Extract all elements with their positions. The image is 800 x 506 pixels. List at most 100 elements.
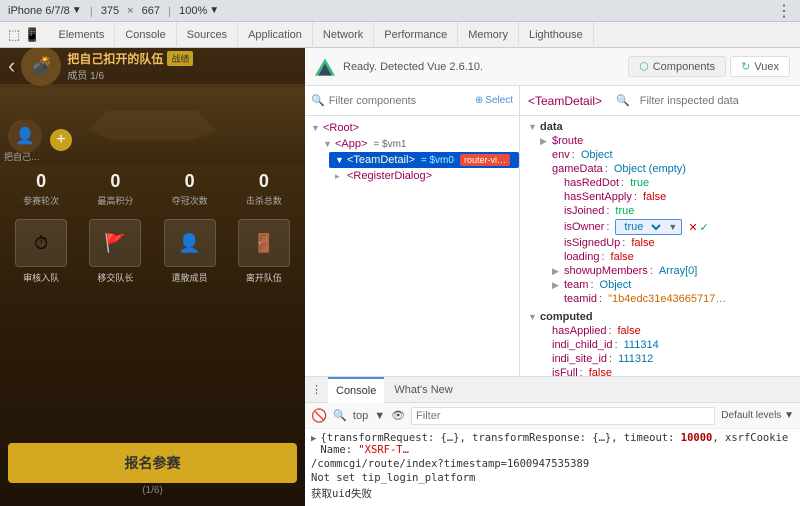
tree-item-registerdialog[interactable]: ▸ <RegisterDialog> (329, 168, 519, 184)
team-badge: 战绩 (167, 51, 193, 66)
vuex-tab-btn[interactable]: ↻ Vuex (730, 56, 790, 77)
team-info: 把自己扣开的队伍 战绩 成员 1/6 (67, 50, 297, 82)
tab-whats-new-btn[interactable]: What's New (386, 377, 460, 403)
tab-sources[interactable]: Sources (177, 22, 238, 48)
log-arrow-1: ▶ (311, 434, 316, 444)
inspector-title: <TeamDetail> (528, 94, 602, 108)
data-section: ▼ data ▶ $route env : O (528, 120, 792, 306)
magnify-icon: 🔍 (616, 94, 630, 107)
cancel-edit-icon[interactable]: ✕ (688, 221, 697, 234)
vue-status-text: Ready. Detected Vue 2.6.10. (343, 61, 620, 73)
filter-components-input[interactable] (329, 95, 471, 107)
stat-score: 0 最高积分 (78, 171, 152, 207)
console-filter-input[interactable] (411, 407, 715, 425)
register-button[interactable]: 报名参赛 (8, 443, 297, 483)
separator-1: | (90, 4, 93, 18)
team-name: 把自己扣开的队伍 (67, 50, 163, 67)
computed-isfull: isFull : false (528, 366, 792, 376)
data-isjoined: isJoined : true (528, 204, 792, 218)
width-input[interactable]: 375 (101, 5, 119, 17)
zoom-selector[interactable]: 100% ▼ (179, 5, 219, 17)
tab-memory[interactable]: Memory (458, 22, 519, 48)
action-review[interactable]: ⏱ 审核入队 (15, 219, 67, 284)
action-transfer[interactable]: 🚩 移交队长 (89, 219, 141, 284)
components-icon: ⬡ (639, 60, 649, 73)
vue-header: Ready. Detected Vue 2.6.10. ⬡ Components… (305, 48, 800, 86)
vue-nav-buttons: ⬡ Components ↻ Vuex (628, 56, 790, 77)
console-tab-icon: ⋮ (311, 383, 322, 396)
action-dismiss[interactable]: 👤 遣散成员 (164, 219, 216, 284)
confirm-edit-icon[interactable]: ✓ (700, 221, 709, 234)
cross-symbol: × (127, 5, 133, 17)
tab-console-btn[interactable]: Console (328, 377, 384, 403)
mobile-panel: ‹ 💣 把自己扣开的队伍 战绩 成员 1/6 👤 + 把自己 (0, 48, 305, 506)
tree-item-app[interactable]: ▼ <App> = $vm1 (317, 136, 519, 152)
vuex-icon: ↻ (741, 60, 750, 73)
components-tab-btn[interactable]: ⬡ Components (628, 56, 726, 77)
tab-console[interactable]: Console (115, 22, 176, 48)
tab-performance[interactable]: Performance (374, 22, 458, 48)
register-sub: (1/6) (8, 485, 297, 496)
add-member-button[interactable]: + (50, 129, 72, 151)
tree-item-teamdetail[interactable]: ▼ <TeamDetail> = $vm0 router-vi… (329, 152, 519, 168)
vue-devtools-panel: Ready. Detected Vue 2.6.10. ⬡ Components… (305, 48, 800, 506)
log-line-2: /commcgi/route/index?timestamp=160094753… (311, 457, 794, 471)
device-icon[interactable]: 📱 (24, 27, 40, 43)
action-leave[interactable]: 🚪 离开队伍 (238, 219, 290, 284)
filter-icon: 🔍 (333, 409, 347, 422)
top-context-label: top (353, 410, 368, 422)
data-section-header: ▼ data (528, 120, 792, 134)
height-input[interactable]: 667 (142, 5, 160, 17)
stat-wins: 0 夺冠次数 (153, 171, 227, 207)
data-showupmembers: ▶ showupMembers : Array[0] (528, 264, 792, 278)
data-gamedata: gameData : Object (empty) (528, 162, 792, 176)
inspector-content: ▼ data ▶ $route env : O (520, 116, 800, 376)
leave-icon: 🚪 (253, 233, 275, 254)
data-route: ▶ $route (528, 134, 792, 148)
clear-console-icon[interactable]: 🚫 (311, 408, 327, 424)
data-hasreddot: hasRedDot : true (528, 176, 792, 190)
mobile-topbar: ‹ 💣 把自己扣开的队伍 战绩 成员 1/6 (0, 48, 305, 84)
player-label: 把自己… (4, 150, 40, 163)
back-button[interactable]: ‹ (8, 53, 15, 79)
inspector-panel: <TeamDetail> 🔍 ▼ data ▶ $route (520, 86, 800, 376)
team-icon: 💣 (21, 48, 61, 86)
devtools-tabbar: ⬚ 📱 Elements Console Sources Application… (0, 22, 800, 48)
tree-item-root[interactable]: ▼ <Root> (305, 120, 519, 136)
eye-icon[interactable]: 👁 (391, 409, 405, 422)
isowner-select[interactable]: true false (620, 220, 664, 234)
select-button[interactable]: ⊕ Select (475, 95, 513, 106)
data-issignedup: isSignedUp : false (528, 236, 792, 250)
tab-elements[interactable]: Elements (48, 22, 115, 48)
player-avatar: 👤 (8, 119, 42, 153)
computed-hasapplied: hasApplied : false (528, 324, 792, 338)
tab-application[interactable]: Application (238, 22, 313, 48)
team-subtitle: 成员 1/6 (67, 67, 297, 82)
data-isowner: isOwner : true false ▼ ✕ (528, 218, 792, 236)
edit-icons: ✕ ✓ (688, 221, 708, 234)
context-dropdown-arrow[interactable]: ▼ (374, 410, 385, 422)
stats-row: 0 参赛轮次 0 最高积分 0 夺冠次数 0 击杀总数 (0, 163, 305, 211)
search-icon: 🔍 (311, 94, 325, 107)
more-options-btn[interactable]: ⋮ (776, 1, 792, 21)
tank-area: 👤 + 把自己… (0, 88, 305, 163)
console-toolbar: 🚫 🔍 top ▼ 👁 Default levels ▼ (305, 403, 800, 429)
main-area: ‹ 💣 把自己扣开的队伍 战绩 成员 1/6 👤 + 把自己 (0, 48, 800, 506)
filter-inspected-input[interactable] (640, 95, 792, 107)
devtools-icons: ⬚ 📱 (0, 27, 48, 43)
stat-rounds: 0 参赛轮次 (4, 171, 78, 207)
computed-indi-site-id: indi_site_id : 111312 (528, 352, 792, 366)
log-levels-dropdown[interactable]: Default levels ▼ (721, 410, 794, 421)
tab-network[interactable]: Network (313, 22, 374, 48)
inspect-icon[interactable]: ⬚ (8, 27, 20, 43)
transfer-icon: 🚩 (104, 233, 126, 254)
inspector-header: <TeamDetail> 🔍 (520, 86, 800, 116)
isowner-editable[interactable]: true false ▼ (615, 219, 682, 235)
console-area: ⋮ Console What's New 🚫 🔍 top ▼ 👁 Default… (305, 376, 800, 506)
review-icon: ⏱ (34, 233, 48, 254)
console-output: ▶ {transformRequest: {…}, transformRespo… (305, 429, 800, 506)
device-selector[interactable]: iPhone 6/7/8 ▼ (8, 5, 82, 17)
tab-lighthouse[interactable]: Lighthouse (519, 22, 594, 48)
data-hassentapply: hasSentApply : false (528, 190, 792, 204)
component-tree: 🔍 ⊕ Select ▼ <Root> ▼ (305, 86, 520, 376)
